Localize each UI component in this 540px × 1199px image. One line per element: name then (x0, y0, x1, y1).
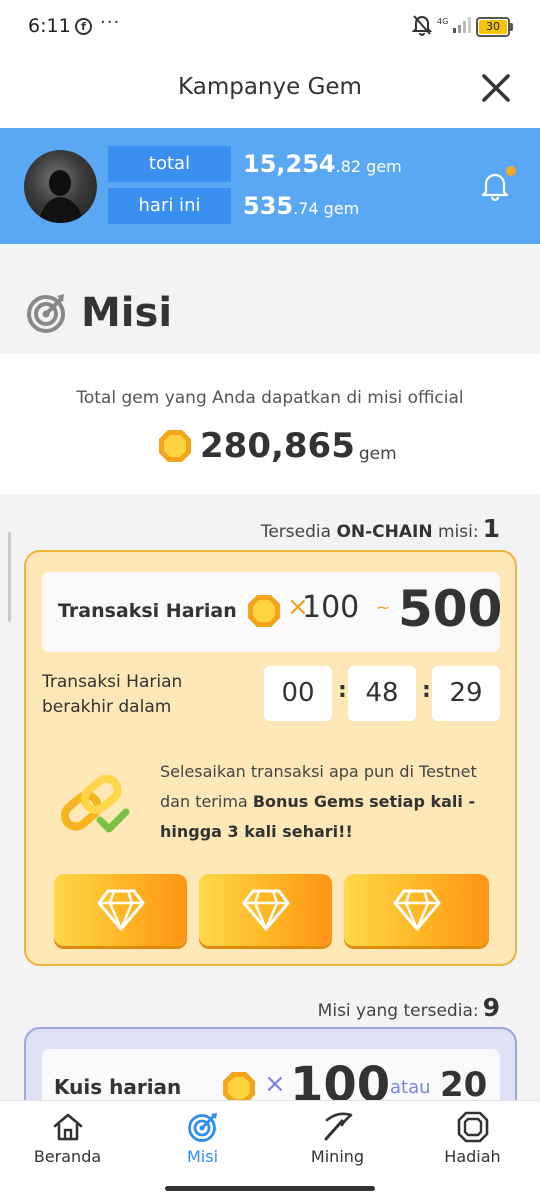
nav-item-mining[interactable]: Mining (270, 1101, 405, 1173)
avatar[interactable] (24, 150, 97, 223)
available-missions-line: Misi yang tersedia: 9 (318, 993, 500, 1022)
transaction-reward-box: Transaksi Harian × 100 ~ 500 (42, 572, 503, 652)
total-gems-description: Total gem yang Anda dapatkan di misi off… (76, 388, 464, 408)
countdown-label-line1: Transaksi Harian (42, 672, 183, 692)
total-gems-section: Total gem yang Anda dapatkan di misi off… (0, 354, 540, 494)
quiz-reward-alt-value: 20 (440, 1065, 488, 1105)
home-icon (53, 1113, 82, 1141)
total-unit: gem (366, 157, 402, 176)
app-header: Kampanye Gem (0, 56, 540, 128)
onchain-label: ON-CHAIN (336, 522, 433, 542)
home-indicator[interactable] (165, 1186, 375, 1191)
signal-icon: 4G (437, 17, 471, 33)
diamond-icon (242, 889, 289, 931)
multiplier-sign: × (264, 1069, 286, 1099)
today-int: 535 (243, 192, 294, 220)
diamond-icon (97, 889, 144, 931)
reward-range-sign: ~ (376, 598, 391, 618)
target-icon (27, 294, 65, 333)
total-gems-value: 15,254.82 gem (243, 150, 402, 178)
status-bar: 6:11 f ··· 4G 30 (0, 0, 540, 56)
countdown-colon: : (422, 678, 431, 703)
countdown-colon: : (338, 678, 347, 703)
reward-max: 500 (398, 580, 503, 638)
available-missions-count: 9 (482, 993, 500, 1022)
battery-icon: 30 (476, 17, 510, 37)
bonus-description: Selesaikan transaksi apa pun di Testnet … (160, 757, 500, 847)
total-gems-unit: gem (358, 443, 397, 464)
today-label: hari ini (108, 188, 231, 224)
today-gems-value: 535.74 gem (243, 192, 359, 220)
quiz-title: Kuis harian (54, 1075, 182, 1099)
today-unit: gem (323, 199, 360, 218)
gem-icon (457, 1111, 488, 1143)
total-label: total (108, 146, 231, 182)
gem-icon (159, 430, 191, 462)
countdown-seconds: 29 (432, 666, 500, 721)
pickaxe-icon (324, 1112, 352, 1141)
claim-gem-button-2[interactable] (199, 874, 332, 946)
misi-section-header: Misi (0, 244, 540, 354)
more-notifications-icon: ··· (100, 12, 121, 33)
status-time: 6:11 (28, 15, 71, 37)
onchain-available-line: Tersedia ON-CHAIN misi: 1 (261, 514, 500, 543)
countdown-hours: 00 (264, 666, 332, 721)
chain-link-check-icon (60, 774, 130, 836)
countdown-minutes: 48 (348, 666, 416, 721)
gem-icon (248, 595, 280, 627)
diamond-icon (393, 889, 440, 931)
onchain-available-prefix: Tersedia (260, 522, 337, 542)
daily-transaction-card: Transaksi Harian × 100 ~ 500 Transaksi H… (24, 550, 517, 966)
total-int: 15,254 (243, 150, 336, 178)
reward-min: 100 (302, 590, 360, 625)
nav-label-misi: Misi (186, 1147, 219, 1166)
close-icon[interactable] (478, 70, 514, 106)
countdown-label-line2: berakhir dalam (42, 697, 172, 717)
battery-level: 30 (479, 20, 507, 34)
bell-muted-icon (412, 15, 432, 36)
today-dec: .74 (293, 199, 319, 218)
quiz-or-label: atau (390, 1077, 431, 1098)
nav-label-mining: Mining (310, 1147, 365, 1166)
profile-banner: total hari ini 15,254.82 gem 535.74 gem (0, 128, 540, 244)
total-gems-number: 280,865 (200, 426, 355, 466)
misi-title: Misi (81, 290, 173, 336)
total-dec: .82 (335, 157, 362, 176)
available-missions-label: Misi yang tersedia: (317, 1001, 479, 1021)
onchain-available-count: 1 (482, 514, 500, 543)
notification-dot (506, 166, 516, 176)
nav-item-misi[interactable]: Misi (135, 1101, 270, 1173)
nav-label-beranda: Beranda (33, 1147, 102, 1166)
claim-gem-button-3[interactable] (344, 874, 489, 946)
onchain-available-suffix: misi: (432, 522, 479, 542)
transaction-title: Transaksi Harian (58, 600, 237, 622)
total-gems-row: 280,865 gem (158, 426, 397, 466)
claim-gem-button-1[interactable] (54, 874, 187, 946)
facebook-icon: f (75, 18, 92, 35)
avatar-image (38, 170, 84, 223)
bottom-navigation: Beranda Misi Mining Hadiah (0, 1100, 540, 1172)
battery-tip (510, 23, 513, 31)
countdown-label: Transaksi Harian berakhir dalam (42, 670, 182, 720)
scrollbar[interactable] (8, 532, 11, 622)
nav-item-hadiah[interactable]: Hadiah (405, 1101, 540, 1173)
bonus-text-bold1: Bonus Gems (252, 792, 365, 811)
target-icon (187, 1113, 217, 1142)
network-type-label: 4G (437, 17, 448, 26)
page-title: Kampanye Gem (178, 74, 362, 100)
nav-item-beranda[interactable]: Beranda (0, 1101, 135, 1173)
notification-bell-icon[interactable] (480, 170, 510, 202)
nav-label-hadiah: Hadiah (444, 1147, 501, 1166)
